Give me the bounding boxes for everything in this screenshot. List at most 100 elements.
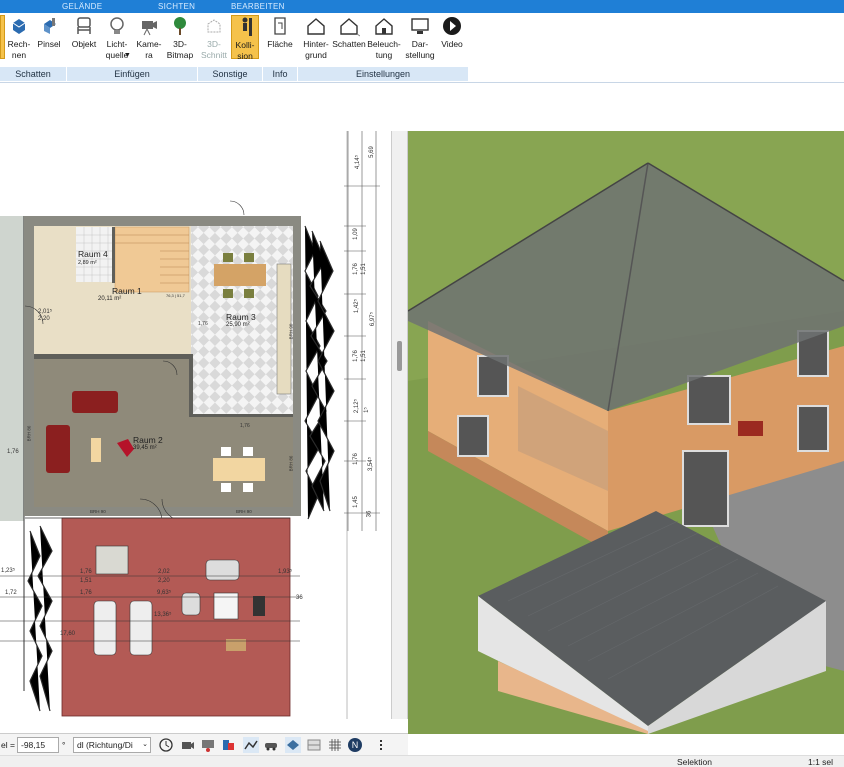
small-label-6: 2,20	[38, 316, 50, 322]
small-label-7: 76,3 | 51,7	[166, 293, 185, 298]
group-einfuegen: Einfügen	[67, 67, 197, 81]
angle-unit: °	[62, 740, 66, 750]
dim-left-1: 1,23⁵	[1, 568, 16, 574]
flaeche-label: Fläche	[267, 39, 293, 49]
dim-right-13: 1,45	[352, 496, 359, 508]
group-info: Info	[263, 67, 297, 81]
small-label-8: 1,76	[198, 321, 208, 327]
dim-left-2: 1,72	[5, 590, 17, 596]
grid-icon[interactable]	[327, 737, 343, 753]
bitmap3d-button[interactable]: 3D- Bitmap	[166, 15, 194, 61]
angle-field-label: el =	[1, 740, 15, 750]
bitmap3d-label: 3D- Bitmap	[166, 39, 194, 60]
dim-right-5: 1,42⁵	[354, 298, 361, 314]
dim-carport-8: 1,93⁵	[278, 569, 293, 575]
schatten-label: Schatten	[332, 39, 366, 49]
dim-right-3: 1,76	[352, 263, 359, 275]
small-label-5: 2,01⁵	[38, 309, 53, 315]
dim-right-4: 1,51	[360, 263, 367, 275]
ribbon-tab-bar: GELÄNDE SICHTEN BEARBEITEN	[0, 0, 844, 13]
3d-house-render	[408, 131, 844, 734]
room-area-2: 39,45 m²	[133, 445, 157, 451]
tree-icon	[169, 15, 191, 37]
dim-right-10: 1⁵	[363, 407, 370, 413]
cube-icon	[8, 15, 30, 37]
hintergrund-label: Hinter- grund	[303, 39, 329, 60]
room-name-1: Raum 1	[112, 286, 142, 296]
dim-left-0: 1,76	[7, 449, 19, 455]
video-button[interactable]: Video	[438, 15, 466, 50]
lichtquelle-button[interactable]: Licht- quelle ▼	[102, 15, 132, 61]
schatten-button[interactable]: Schatten	[332, 15, 366, 50]
rechnen-button[interactable]: Rech- nen	[6, 15, 32, 61]
more-options-icon[interactable]	[373, 737, 389, 753]
group-sonstige: Sonstige	[198, 67, 262, 81]
house-light-icon	[373, 15, 395, 37]
kollision-button[interactable]: Kolli- sion	[231, 15, 259, 61]
brush-icon	[38, 15, 60, 37]
objekt-button[interactable]: Objekt	[70, 15, 98, 50]
dim-right-6: 6,97⁵	[370, 311, 377, 327]
dim-right-8: 1,51	[360, 350, 367, 362]
small-label-10: 36	[296, 595, 303, 601]
pinsel-label: Pinsel	[37, 39, 61, 49]
tab-bearbeiten[interactable]: BEARBEITEN	[231, 2, 285, 11]
beleuchtung-button[interactable]: Beleuch- tung	[367, 15, 401, 61]
small-label-2: BRH 86	[288, 455, 294, 472]
viewer-icon[interactable]	[200, 737, 216, 753]
pane-splitter[interactable]	[391, 131, 408, 719]
angle-input[interactable]: -98,15	[17, 737, 59, 753]
north-arrow-icon[interactable]: N	[347, 737, 363, 753]
tab-gelaende[interactable]: GELÄNDE	[62, 2, 102, 11]
shadow-active-button[interactable]	[0, 15, 5, 59]
dim-carport-5: 9,63⁵	[157, 590, 172, 596]
dim-right-0: 5,69	[368, 146, 375, 158]
person-collision-icon	[234, 16, 256, 38]
play-icon	[441, 15, 463, 37]
paint-icon[interactable]	[220, 737, 236, 753]
dim-carport-1: 1,51	[80, 578, 92, 584]
mode-select-value: dl (Richtung/Di	[77, 740, 133, 750]
room-area-1: 20,11 m²	[98, 296, 122, 302]
status-mode: Selektion	[677, 757, 712, 767]
dim-right-9: 2,12⁵	[354, 398, 361, 414]
room-name-2: Raum 2	[133, 435, 163, 445]
darstellung-button[interactable]: Dar- stellung	[403, 15, 437, 61]
car-icon[interactable]	[263, 737, 279, 753]
kamera-button[interactable]: Kame- ra	[135, 15, 163, 61]
group-schatten: Schatten	[0, 67, 66, 81]
dim-right-7: 1,76	[352, 350, 359, 362]
dim-carport-4: 1,76	[80, 590, 92, 596]
flaeche-button[interactable]: Fläche	[265, 15, 295, 50]
dropdown-arrow-icon: ▼	[124, 52, 131, 59]
ribbon-toolbar: Rech- nen Pinsel Objekt Licht- quelle ▼ …	[0, 13, 844, 83]
chevron-down-icon: ⌄	[142, 741, 148, 748]
texture-icon[interactable]	[306, 737, 322, 753]
walk-mode-icon[interactable]	[243, 737, 259, 753]
dim-carport-7: 17,60	[60, 631, 76, 637]
objekt-label: Objekt	[71, 39, 97, 49]
plan-bottom-toolbar: el = -98,15 ° dl (Richtung/Di ⌄ N	[0, 733, 408, 755]
floorplan-pane[interactable]: Raum 4 2,89 m² Raum 1 20,11 m² Raum 3 25…	[0, 131, 391, 719]
hintergrund-button[interactable]: Hinter- grund	[300, 15, 332, 61]
layer-icon[interactable]	[285, 737, 301, 753]
house-background-icon	[305, 15, 327, 37]
video-label: Video	[441, 39, 463, 49]
kollision-label: Kolli- sion	[235, 40, 255, 61]
schnitt3d-button[interactable]: 3D- Schnitt	[200, 15, 228, 61]
pinsel-button[interactable]: Pinsel	[35, 15, 63, 50]
clock-icon[interactable]	[158, 737, 174, 753]
tab-sichten[interactable]: SICHTEN	[158, 2, 195, 11]
room-name-4: Raum 4	[78, 249, 108, 259]
rechnen-label: Rech- nen	[7, 39, 31, 60]
camera-tool-icon[interactable]	[180, 737, 196, 753]
3d-view-pane[interactable]	[408, 131, 844, 734]
dim-right-2: 1,09	[352, 228, 359, 240]
house-shadow-icon	[338, 15, 361, 37]
beleuchtung-label: Beleuch- tung	[367, 39, 401, 60]
dim-carport-6: 13,36⁵	[154, 612, 172, 618]
mode-select[interactable]: dl (Richtung/Di ⌄	[73, 737, 151, 753]
small-label-4: BRH 90	[288, 323, 294, 340]
splitter-handle[interactable]	[397, 341, 402, 371]
monitor-icon	[409, 15, 431, 37]
